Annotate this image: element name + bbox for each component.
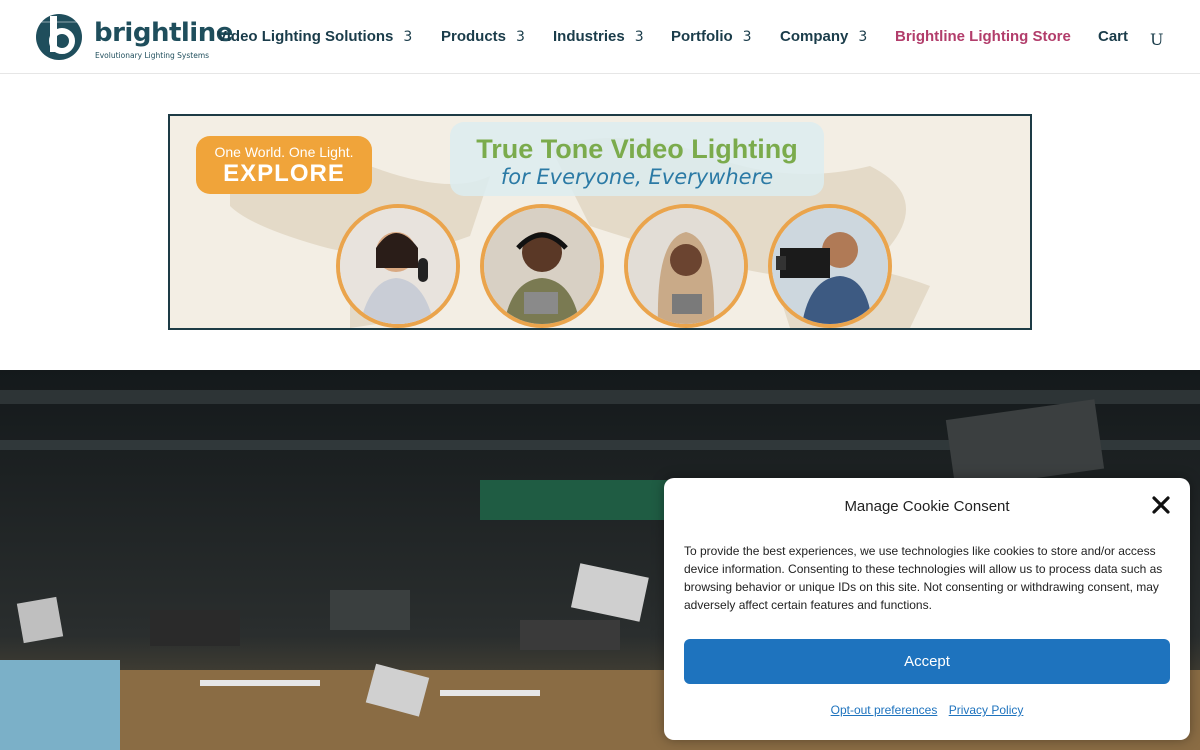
banner-subheadline: for Everyone, Everywhere — [500, 165, 774, 189]
promo-banner[interactable]: One World. One Light. EXPLORE True Tone … — [168, 114, 1032, 330]
close-icon[interactable] — [1150, 494, 1172, 516]
chevron-down-icon: 3 — [858, 29, 868, 45]
logo-tagline: Evolutionary Lighting Systems — [95, 51, 210, 60]
accept-button[interactable]: Accept — [684, 639, 1170, 684]
brightline-logo[interactable]: brightline Evolutionary Lighting Systems — [34, 12, 233, 62]
portrait-man-camera — [768, 204, 892, 328]
cookie-dialog-title: Manage Cookie Consent — [844, 498, 1010, 515]
nav-label: Portfolio — [671, 28, 733, 45]
nav-label: Video Lighting Solutions — [217, 28, 394, 45]
site-header: brightline Evolutionary Lighting Systems… — [0, 0, 1200, 74]
portrait-woman-microphone — [336, 204, 460, 328]
explore-tagline: One World. One Light. — [214, 144, 354, 160]
explore-badge[interactable]: One World. One Light. EXPLORE — [196, 136, 372, 194]
nav-label: Industries — [553, 28, 625, 45]
nav-store-link[interactable]: Brightline Lighting Store — [895, 28, 1071, 45]
chevron-down-icon: 3 — [634, 29, 644, 45]
cookie-dialog-body: To provide the best experiences, we use … — [684, 544, 1163, 612]
chevron-down-icon: 3 — [516, 29, 525, 45]
privacy-policy-link[interactable]: Privacy Policy — [949, 703, 1024, 717]
nav-label: Products — [441, 28, 507, 45]
opt-out-preferences-link[interactable]: Opt-out preferences — [831, 703, 938, 717]
banner-headline-box: True Tone Video Lighting for Everyone, E… — [450, 122, 824, 196]
nav-video-lighting-solutions[interactable]: Video Lighting Solutions 3 — [217, 28, 412, 45]
nav-industries[interactable]: Industries 3 — [553, 28, 644, 45]
logo-wordmark: brightline — [94, 18, 233, 48]
logo-mark-icon — [36, 14, 82, 60]
nav-portfolio[interactable]: Portfolio 3 — [671, 28, 752, 45]
chevron-down-icon: 3 — [403, 29, 413, 45]
banner-headline: True Tone Video Lighting — [476, 134, 798, 164]
nav-products[interactable]: Products 3 — [441, 28, 525, 45]
portrait-man-tablet — [480, 204, 604, 328]
cookie-links: Opt-out preferences Privacy Policy — [664, 703, 1190, 717]
chevron-down-icon: 3 — [742, 29, 752, 45]
nav-company[interactable]: Company 3 — [780, 28, 867, 45]
cookie-consent-dialog: Manage Cookie Consent To provide the bes… — [664, 478, 1190, 740]
portrait-woman-hijab — [624, 204, 748, 328]
search-icon[interactable]: U — [1150, 30, 1163, 49]
explore-label: EXPLORE — [223, 160, 345, 187]
nav-label: Company — [780, 28, 849, 45]
nav-cart-link[interactable]: Cart — [1098, 28, 1128, 45]
